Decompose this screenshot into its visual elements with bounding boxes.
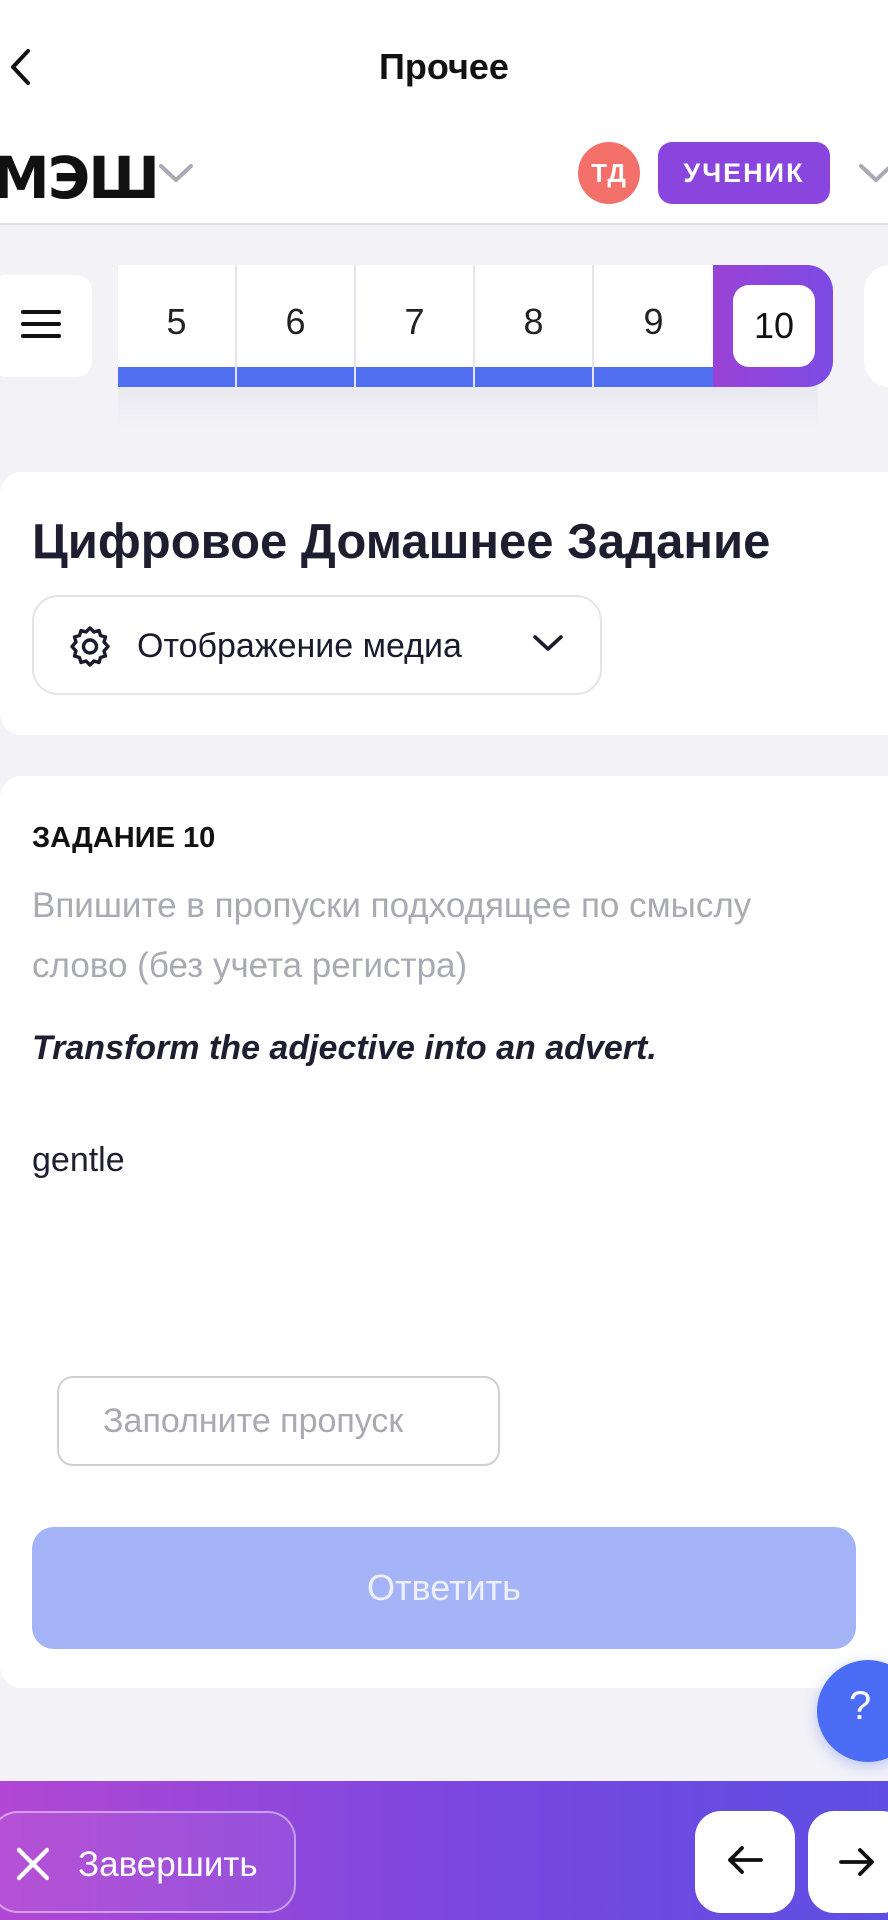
avatar[interactable]: ТД <box>578 142 640 204</box>
chevron-down-icon[interactable] <box>158 162 194 189</box>
homework-title: Цифровое Домашнее Задание <box>32 515 771 569</box>
close-icon <box>14 1845 52 1888</box>
task-tile-number: 5 <box>166 301 187 342</box>
task-tile-6[interactable]: 6 <box>237 265 356 387</box>
task-tile-number: 10 <box>733 285 815 367</box>
page-title: Прочее <box>379 46 509 87</box>
task-tile-progress <box>118 367 235 387</box>
task-tile-number: 6 <box>285 301 306 342</box>
gear-icon <box>68 625 112 674</box>
task-tile-10-active[interactable]: 10 <box>713 265 833 387</box>
task-tile-progress <box>237 367 354 387</box>
arrow-left-icon <box>726 1845 764 1880</box>
task-tile-9[interactable]: 9 <box>594 265 713 387</box>
previous-task-button[interactable] <box>695 1811 795 1913</box>
next-task-button[interactable] <box>808 1811 888 1913</box>
task-instruction: Впишите в пропуски подходящее по смыслу … <box>32 886 752 985</box>
task-prompt: Transform the adjective into an advert. <box>32 1029 657 1067</box>
help-label: ? <box>849 1684 872 1728</box>
task-tile-7[interactable]: 7 <box>356 265 475 387</box>
task-word: gentle <box>32 1141 125 1179</box>
strip-shadow <box>118 380 818 430</box>
task-tile-number: 9 <box>643 301 664 342</box>
hamburger-icon <box>20 308 62 345</box>
bottom-action-bar: Завершить <box>0 1781 888 1920</box>
finish-label: Завершить <box>78 1845 258 1884</box>
answer-input[interactable] <box>57 1376 500 1466</box>
task-tile-5[interactable]: 5 <box>118 265 237 387</box>
task-tile-number: 8 <box>523 301 544 342</box>
role-badge[interactable]: УЧЕНИК <box>658 142 830 204</box>
chevron-down-icon[interactable] <box>858 162 888 189</box>
task-card: ЗАДАНИЕ 10 Впишите в пропуски подходящее… <box>0 776 888 1688</box>
task-tile-next-partial[interactable] <box>864 265 888 387</box>
app-logo[interactable]: МЭШ <box>0 144 160 212</box>
top-navigation-bar: Прочее <box>0 0 888 130</box>
app-header: МЭШ ТД УЧЕНИК <box>0 130 888 225</box>
chevron-down-icon <box>532 633 564 658</box>
task-menu-button[interactable] <box>0 275 92 377</box>
task-tile-8[interactable]: 8 <box>475 265 594 387</box>
homework-header-card: Цифровое Домашнее Задание Отображение ме… <box>0 472 888 735</box>
submit-answer-button[interactable]: Ответить <box>32 1527 856 1649</box>
media-display-dropdown[interactable]: Отображение медиа <box>32 595 602 695</box>
arrow-right-icon <box>839 1848 874 1876</box>
task-tile-progress <box>594 367 713 387</box>
task-number-strip: 5 6 7 8 9 10 <box>118 265 833 387</box>
task-tile-number: 7 <box>404 301 425 342</box>
task-tile-progress <box>475 367 592 387</box>
task-tile-progress <box>356 367 473 387</box>
finish-button[interactable]: Завершить <box>0 1811 296 1913</box>
task-label: ЗАДАНИЕ 10 <box>32 822 216 854</box>
media-display-label: Отображение медиа <box>137 627 462 665</box>
